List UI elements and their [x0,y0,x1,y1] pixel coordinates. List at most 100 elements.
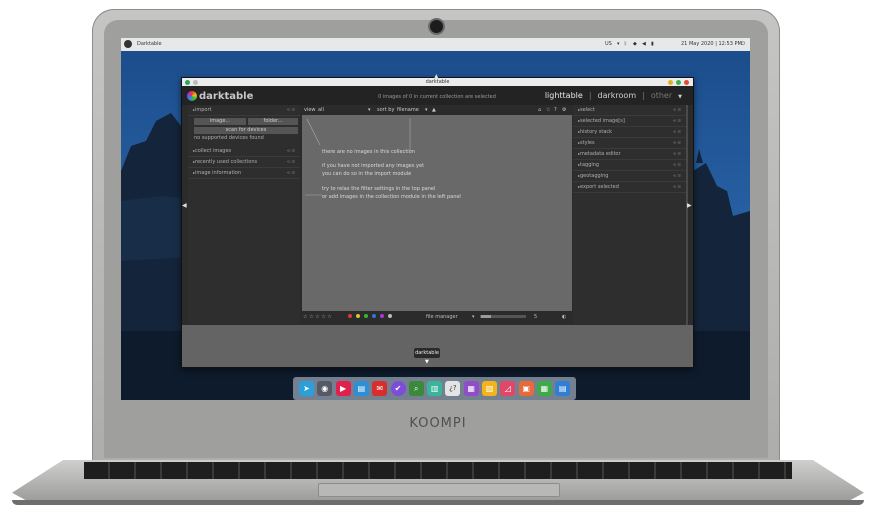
module-image-information[interactable]: ▸ image information ⟲ ☰ [188,168,300,179]
module-recent-collections[interactable]: ▸ recently used collections ⟲ ☰ [188,157,300,168]
keyboard-layout[interactable]: US [605,41,612,47]
module-import[interactable]: ▸ import ⟲ ☰ [188,105,300,116]
presentation-icon[interactable]: ▣ [518,381,534,396]
star-rating[interactable]: ☆ ☆ ☆ ☆ ☆ [303,314,332,320]
zoom-value[interactable]: 5 [534,314,537,320]
overlays-icon[interactable]: ☆ [546,107,550,113]
module-label: metadata editor [580,151,621,157]
close-button[interactable] [684,80,689,85]
module-reset-icon[interactable]: ⟲ ☰ [282,168,295,178]
chevron-down-icon[interactable]: ▼ [678,94,682,100]
preferences-gear-icon[interactable]: ⚙ [562,107,566,113]
file-manager-icon[interactable]: ▤ [353,381,369,396]
module-label: selected image[s] [580,118,625,124]
module-reset-icon[interactable]: ⟲ ☰ [668,138,681,148]
module-reset-icon[interactable]: ⟲ ☰ [282,105,295,115]
module-reset-icon[interactable]: ⟲ ☰ [668,182,681,192]
view-separator: | [588,91,592,100]
module-reset-icon[interactable]: ⟲ ☰ [668,105,681,115]
network-icon[interactable]: ◆ [633,41,637,47]
top-panel-toggle-icon[interactable]: ▲ [434,73,439,80]
darktable-header: darktable 0 images of 0 in current colle… [182,86,693,105]
lighttable-center[interactable]: there are no images in this collection i… [302,115,572,311]
search-icon[interactable]: ⌕ [408,381,424,396]
view-filter-dropdown[interactable]: all [318,107,324,113]
dock-tooltip: darktable [414,348,440,358]
module-reset-icon[interactable]: ⟲ ☰ [282,146,295,156]
media-player-icon[interactable]: ▶ [335,381,351,396]
expand-arrow-icon: ▸ [193,148,196,153]
expand-arrow-icon: ▸ [193,107,196,112]
os-top-bar: Darktable US ▾ ᛒ ◆ ◀ ▮ 21 May 2020 | 12:… [121,38,750,51]
help-icon[interactable]: ? [554,107,557,113]
module-reset-icon[interactable]: ⟲ ☰ [668,160,681,170]
minimize-button[interactable] [668,80,673,85]
battery-icon[interactable]: ▮ [651,41,654,47]
module-styles[interactable]: ▸ styles ⟲ ☰ [573,138,686,149]
module-metadata-editor[interactable]: ▸ metadata editor ⟲ ☰ [573,149,686,160]
import-image-button[interactable]: image... [194,118,246,125]
import-folder-button[interactable]: folder... [248,118,298,125]
module-reset-icon[interactable]: ⟲ ☰ [668,171,681,181]
module-reset-icon[interactable]: ⟲ ☰ [668,127,681,137]
module-export-selected[interactable]: ▸ export selected ⟲ ☰ [573,182,686,193]
view-darkroom[interactable]: darkroom [598,91,637,100]
pin-icon[interactable] [193,80,198,85]
module-selected-images[interactable]: ▸ selected image[s] ⟲ ☰ [573,116,686,127]
empty-message-line: or add images in the collection module i… [322,194,461,200]
power-icon[interactable]: ⏻ [741,41,745,47]
expand-arrow-icon: ▸ [578,173,581,178]
graph-icon[interactable]: ◿ [500,381,516,396]
left-panel: ▸ import ⟲ ☰ image... folder... scan for… [188,105,300,325]
spreadsheet-icon[interactable]: ▦ [536,381,552,396]
chevron-down-icon[interactable]: ▾ [368,107,371,113]
left-panel-toggle-icon[interactable]: ◀ [182,202,187,209]
trash-icon[interactable]: ▥ [427,381,443,396]
maximize-button[interactable] [676,80,681,85]
bluetooth-icon[interactable]: ᛒ [624,41,627,47]
office-red-icon[interactable]: ✉ [372,381,388,396]
screen: Darktable US ▾ ᛒ ◆ ◀ ▮ 21 May 2020 | 12:… [121,38,750,400]
unknown-app-icon[interactable]: ¿? [445,381,461,396]
view-other[interactable]: other [651,91,672,100]
app-menu-icon[interactable] [124,40,132,48]
calculator-icon[interactable]: ▦ [463,381,479,396]
view-lighttable[interactable]: lighttable [545,91,583,100]
right-panel-scrollbar[interactable] [686,105,688,325]
sort-label: sort by [377,107,395,113]
grouping-icon[interactable]: ⌂ [538,107,541,113]
expand-arrow-icon: ▸ [578,162,581,167]
module-reset-icon[interactable]: ⟲ ☰ [668,116,681,126]
module-reset-icon[interactable]: ⟲ ☰ [282,157,295,167]
sort-dropdown[interactable]: filename [397,107,419,113]
module-reset-icon[interactable]: ⟲ ☰ [668,149,681,159]
color-label-dot[interactable] [364,314,368,318]
telegram-icon[interactable]: ➤ [299,381,314,396]
chevron-down-icon[interactable]: ▾ [425,107,428,113]
datetime[interactable]: 21 May 2020 | 12:53 PM [681,41,742,47]
color-label-dot[interactable] [348,314,352,318]
filmstrip-panel[interactable] [182,325,693,367]
scan-devices-button[interactable]: scan for devices [194,127,298,134]
darktable-active-icon[interactable]: ✔ [390,381,406,396]
color-label-dot[interactable] [372,314,376,318]
notes-icon[interactable]: ▧ [482,381,497,396]
right-panel: ▸ select ⟲ ☰ ▸ selected image[s] ⟲ ☰ ▸ histor… [573,105,686,325]
module-tagging[interactable]: ▸ tagging ⟲ ☰ [573,160,686,171]
module-select[interactable]: ▸ select ⟲ ☰ [573,105,686,116]
color-label-dot[interactable] [388,314,392,318]
module-geotagging[interactable]: ▸ geotagging ⟲ ☰ [573,171,686,182]
right-panel-toggle-icon[interactable]: ▶ [687,202,692,209]
sort-direction-toggle[interactable]: ▲ [432,107,436,113]
focus-peaking-icon[interactable]: ◐ [562,314,566,320]
volume-icon[interactable]: ◀ [642,41,646,47]
module-collect-images[interactable]: ▸ collect images ⟲ ☰ [188,146,300,157]
color-label-dot[interactable] [356,314,360,318]
module-label: styles [580,140,595,146]
module-history-stack[interactable]: ▸ history stack ⟲ ☰ [573,127,686,138]
layout-dropdown[interactable]: file manager [426,314,458,320]
document-icon[interactable]: ▤ [555,381,571,396]
color-label-dot[interactable] [380,314,384,318]
screenshot-icon[interactable]: ◉ [317,381,333,396]
chevron-down-icon[interactable]: ▾ [472,314,475,320]
